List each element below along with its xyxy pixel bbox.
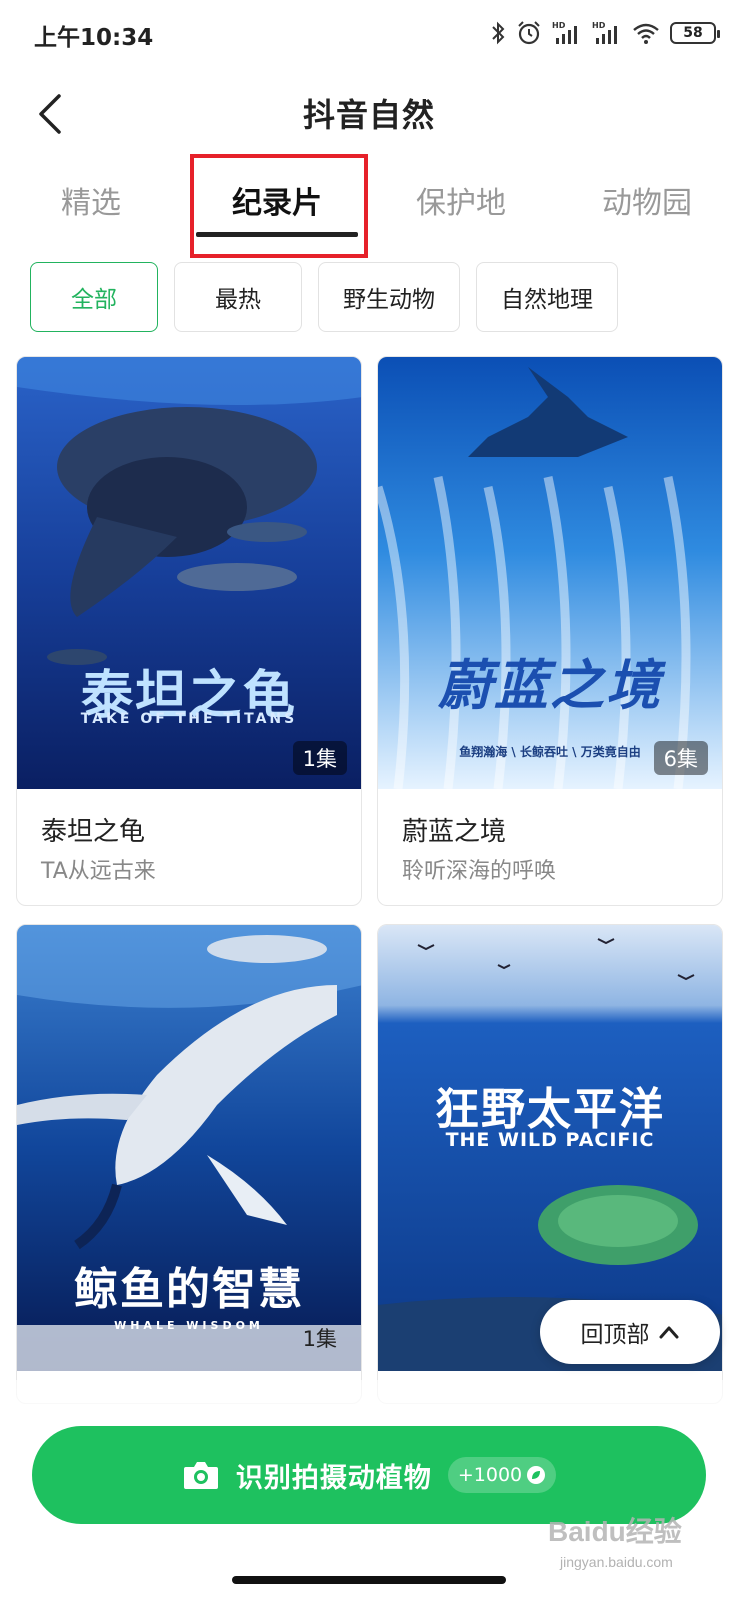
filter-all[interactable]: 全部 [30, 262, 158, 332]
page-title: 抖音自然 [302, 96, 435, 134]
alarm-icon [516, 20, 542, 46]
filter-geography[interactable]: 自然地理 [476, 262, 618, 332]
card-title: 蔚蓝之境 [402, 817, 507, 847]
points-badge: +1000 [447, 1457, 557, 1493]
svg-text:HD: HD [592, 21, 606, 30]
status-icons: HD HD 58 [490, 16, 720, 50]
poster-image: 蔚蓝之境 鱼翔瀚海 \ 长鲸吞吐 \ 万类竟自由 6集 [378, 357, 722, 789]
tab-protected-area[interactable]: 保护地 [376, 178, 546, 222]
poster-title: 鲸鱼的智慧 [74, 1264, 304, 1315]
nav-bar: 抖音自然 [0, 76, 738, 150]
documentary-card[interactable]: 蔚蓝之境 鱼翔瀚海 \ 长鲸吞吐 \ 万类竟自由 6集 蔚蓝之境 聆听深海的呼唤 [377, 356, 723, 906]
back-to-top-button[interactable]: 回顶部 [540, 1300, 720, 1364]
wifi-icon [632, 21, 660, 45]
home-indicator[interactable] [232, 1576, 506, 1584]
status-time: 上午10:34 [34, 25, 154, 51]
documentary-card[interactable]: 鲸鱼的智慧 WHALE WISDOM 1集 [16, 924, 362, 1404]
filter-hot[interactable]: 最热 [174, 262, 302, 332]
poster-subtitle: TAKE OF THE TITANS [80, 711, 298, 727]
watermark-url: jingyan.baidu.com [560, 1554, 673, 1570]
bluetooth-icon [490, 20, 506, 46]
camera-icon [183, 1462, 218, 1489]
episode-count-badge: 1集 [302, 1327, 337, 1351]
status-bar: 上午10:34 HD HD 58 [0, 0, 738, 66]
watermark-brand: Baidu经验 [548, 1516, 682, 1547]
filter-wildlife[interactable]: 野生动物 [318, 262, 460, 332]
filter-chips: 全部 最热 野生动物 自然地理 [30, 262, 618, 332]
hd-signal-icon: HD [552, 20, 582, 46]
leaf-icon [527, 1466, 546, 1484]
points-value: +1000 [457, 1464, 523, 1486]
poster-image: 鲸鱼的智慧 WHALE WISDOM 1集 [17, 925, 361, 1371]
poster-image: 泰坦之龟 TAKE OF THE TITANS 1集 [17, 357, 361, 789]
poster-subtitle: THE WILD PACIFIC [445, 1129, 655, 1151]
battery-icon: 58 [670, 22, 720, 44]
episode-count-badge: 6集 [653, 741, 708, 775]
card-subtitle: 聆听深海的呼唤 [402, 859, 557, 884]
chevron-up-icon [659, 1326, 678, 1339]
annotation-highlight-box [190, 154, 368, 258]
poster-title: 狂野太平洋 [435, 1084, 665, 1135]
poster-title: 蔚蓝之境 [438, 654, 662, 717]
identify-button-label: 识别拍摄动植物 [235, 1462, 432, 1494]
tab-featured[interactable]: 精选 [6, 178, 176, 222]
tab-zoo[interactable]: 动物园 [562, 178, 732, 222]
documentary-card[interactable]: 泰坦之龟 TAKE OF THE TITANS 1集 泰坦之龟 TA从远古来 [16, 356, 362, 906]
card-subtitle: TA从远古来 [41, 859, 156, 884]
svg-text:HD: HD [552, 21, 566, 30]
tab-bar: 精选 纪录片 保护地 动物园 [0, 154, 738, 258]
back-to-top-label: 回顶部 [580, 1322, 650, 1348]
hd-signal-icon: HD [592, 20, 622, 46]
card-title: 泰坦之龟 [41, 817, 146, 847]
episode-count-badge: 1集 [292, 741, 347, 775]
